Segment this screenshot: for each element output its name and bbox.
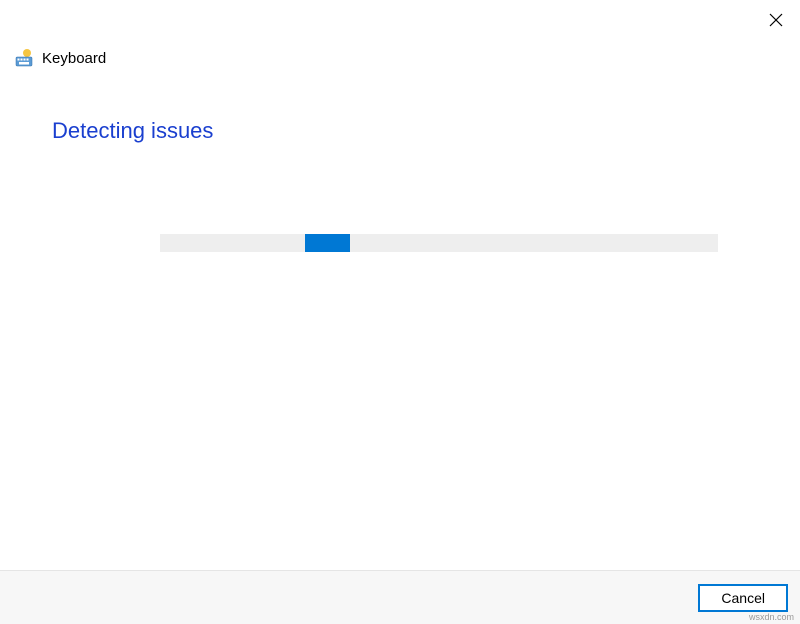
close-button[interactable] <box>764 8 788 32</box>
watermark: wsxdn.com <box>749 612 794 622</box>
dialog-title: Keyboard <box>42 50 106 67</box>
status-heading: Detecting issues <box>52 118 748 144</box>
progress-bar <box>160 234 718 252</box>
dialog-footer: Cancel <box>0 570 800 624</box>
content-area: Detecting issues <box>52 118 748 252</box>
keyboard-icon <box>14 48 34 68</box>
close-icon <box>769 13 783 27</box>
progress-fill <box>305 234 350 252</box>
cancel-button[interactable]: Cancel <box>698 584 788 612</box>
dialog-header: Keyboard <box>14 48 106 68</box>
